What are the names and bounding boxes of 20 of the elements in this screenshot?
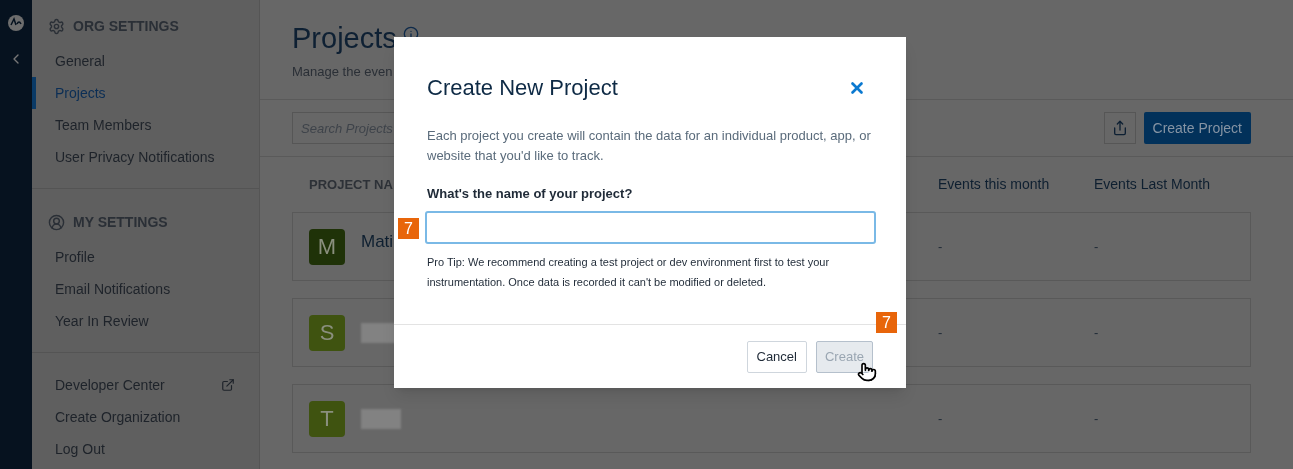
table-cell-text: - <box>938 323 944 342</box>
field-label: What's the name of your project? <box>426 185 634 203</box>
pro-tip: Pro Tip: We recommend creating a test project or dev environment first to test your instrumentation. Once data is recorded it can't be modified or deleted. <box>426 254 831 290</box>
table-cell-text: - <box>1094 409 1099 428</box>
step-marker: 7 <box>398 218 419 239</box>
table-cell-text: - <box>1094 323 1099 342</box>
avatar: T <box>309 400 345 437</box>
avatar: S <box>309 314 345 351</box>
step-marker: 7 <box>876 312 897 333</box>
project-name: Mati <box>361 230 394 253</box>
table-cell-text: - <box>1094 237 1099 256</box>
table-cell-text: - <box>938 237 944 256</box>
column-header: PROJECT NA <box>309 175 393 194</box>
modal-title: Create New Project <box>427 74 618 102</box>
page-subtitle: Manage the even <box>292 63 394 81</box>
column-header: Events Last Month <box>1094 175 1210 194</box>
table-cell-text: - <box>938 409 944 428</box>
column-header: Events this month <box>938 175 1051 194</box>
avatar: M <box>309 228 345 265</box>
page-title: Projects <box>292 21 397 56</box>
